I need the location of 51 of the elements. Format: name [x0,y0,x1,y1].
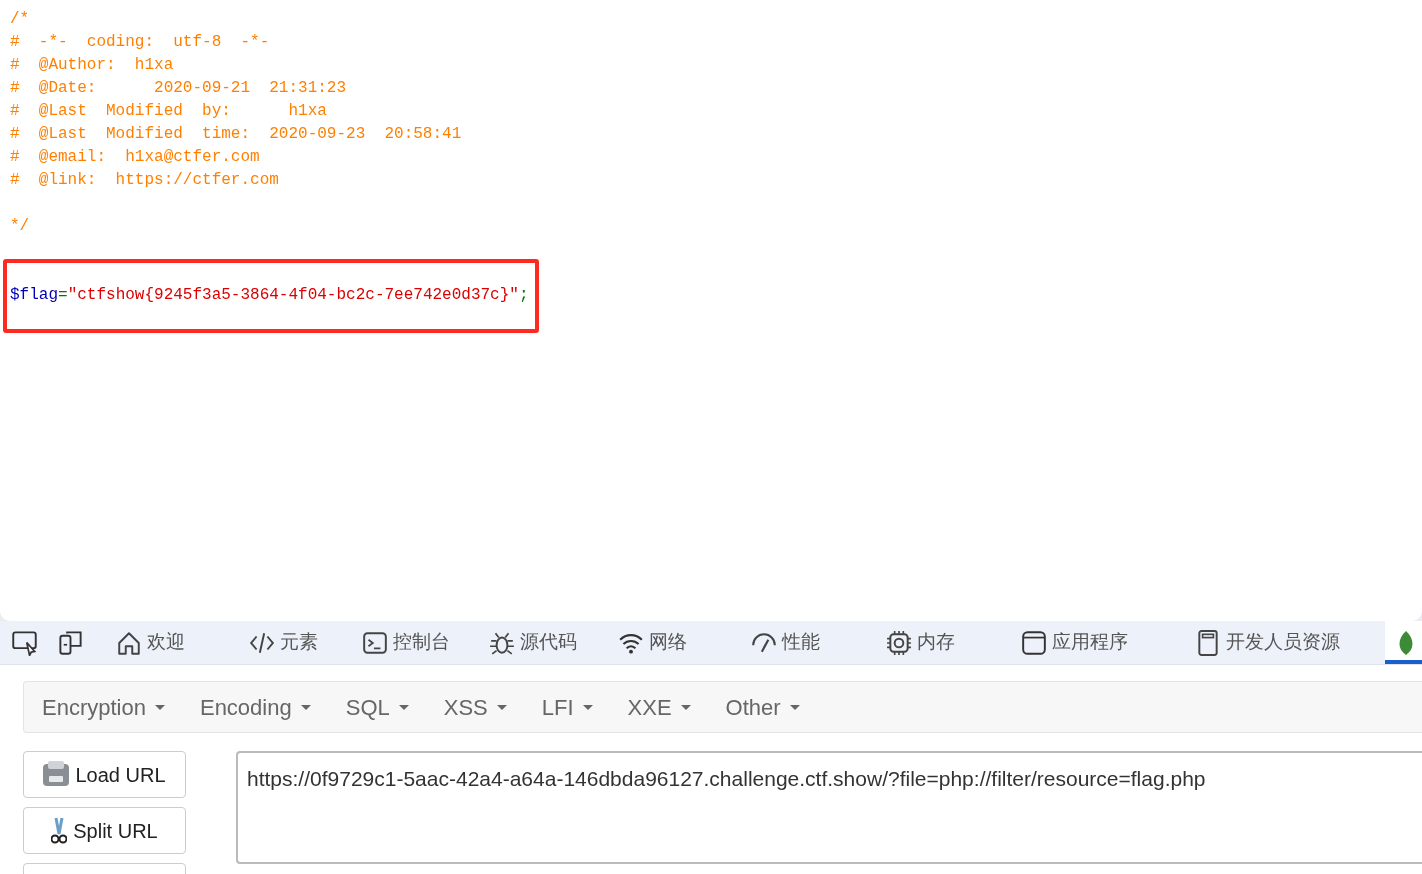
menu-dropdown[interactable]: XSS [434,690,516,724]
caret-icon [300,704,311,710]
window-icon [1021,629,1047,656]
split-url-button[interactable]: Split URL [23,807,186,854]
devtools-tab[interactable]: 网络 [618,621,751,664]
code-comment-line: # @Author: h1xa [10,56,174,74]
menu-dropdown[interactable]: Encoding [190,690,320,724]
code-comment-line: # @email: h1xa@ctfer.com [10,148,260,166]
devtools-tab[interactable]: 性能 [751,621,886,664]
code-token: $flag [10,285,58,306]
menu-dropdown[interactable]: XXE [618,690,700,724]
devtools-tab[interactable]: 应用程序 [1021,621,1195,664]
device-toggle-button[interactable] [57,629,84,656]
devtools-tab[interactable]: 欢迎 [116,621,249,664]
menu-dropdown[interactable]: Encryption [33,690,174,724]
book-icon [1195,629,1221,656]
devtools-tab[interactable]: 控制台 [362,621,489,664]
home-icon [116,629,142,656]
code-comment-line: # -*- coding: utf-8 -*- [10,33,270,51]
devtools-tab[interactable]: 元素 [249,621,362,664]
menu-dropdown[interactable]: Other [716,690,809,724]
code-token: "ctfshow{9245f3a5-3864-4f04-bc2c-7ee742e0d37c}" [67,285,519,306]
code-comment-line: # @link: https://ctfer.com [10,171,279,189]
inspect-button[interactable] [11,629,38,656]
menu-dropdown[interactable]: SQL [336,690,418,724]
caret-icon [154,704,165,710]
printer-icon [43,763,70,786]
code-comment-line: # @Last Modified by: h1xa [10,102,327,120]
caret-icon [680,704,691,710]
inspect-icon [11,629,38,656]
code-token: ; [518,285,529,306]
caret-icon [398,704,409,710]
code-comment-line: /* [10,10,30,28]
caret-icon [789,704,800,710]
code-comment-line: # @Date: 2020-09-21 21:31:23 [10,79,347,97]
terminal-icon [362,629,388,656]
menu-dropdown[interactable]: LFI [532,690,602,724]
code-comment-line: */ [10,217,30,235]
url-field[interactable]: https://0f9729c1-5aac-42a4-a64a-146dbda96127.challenge.ctf.show/?file=php://filter/resource=flag.php [236,751,1422,864]
code-token: = [58,285,68,306]
devtools-tab[interactable]: 开发人员资源 [1195,621,1385,664]
code-comment-line: # @Last Modified time: 2020-09-23 20:58:41 [10,125,462,143]
devtools-tab[interactable]: 源代码 [489,621,618,664]
devtools-tab[interactable] [1385,621,1422,664]
caret-icon [496,704,507,710]
devtools-tab[interactable]: 内存 [886,621,1021,664]
caret-icon [582,704,593,710]
scissors-icon [51,816,68,845]
device-icon [57,629,84,656]
load-url-button[interactable]: Load URL [23,751,186,798]
chip-icon [886,629,912,656]
